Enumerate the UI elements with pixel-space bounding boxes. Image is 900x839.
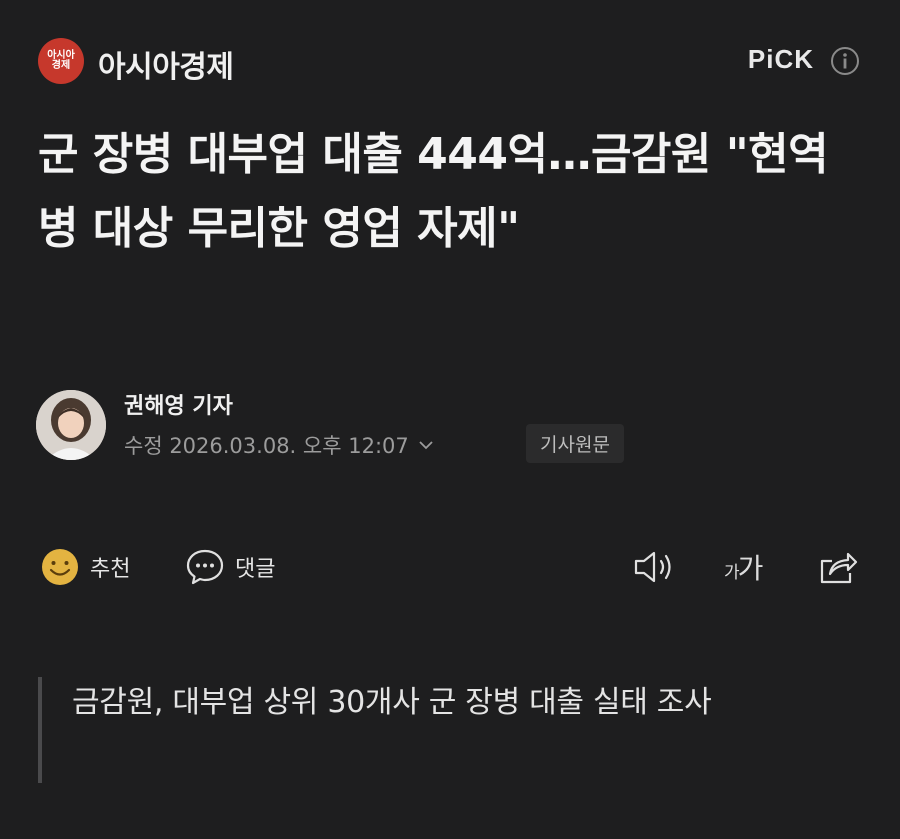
byline: 권해영 기자 수정 2026.03.08. 오후 12:07 기사원문 xyxy=(36,388,736,468)
comment-button[interactable]: 댓글 xyxy=(185,545,275,589)
pick-badge: PiCK xyxy=(747,44,814,74)
font-large-glyph: 가 xyxy=(737,552,764,585)
share-button[interactable] xyxy=(816,545,858,589)
article-summary: 금감원, 대부업 상위 30개사 군 장병 대출 실태 조사 xyxy=(38,677,842,783)
press-logo-line2: 경제 xyxy=(51,60,71,71)
like-button[interactable]: 추천 xyxy=(40,545,130,589)
smile-emoji-icon xyxy=(42,549,78,585)
info-icon[interactable] xyxy=(830,46,860,76)
font-size-button[interactable]: 가가 xyxy=(724,545,764,589)
font-size-icon: 가가 xyxy=(724,547,764,587)
text-to-speech-button[interactable] xyxy=(632,545,678,589)
reporter-name[interactable]: 권해영 기자 xyxy=(124,388,233,420)
article-headline: 군 장병 대부업 대출 444억…금감원 "현역병 대상 무리한 영업 자제" xyxy=(38,129,829,254)
press-header: 아시아 경제 아시아경제 PiCK xyxy=(38,38,860,86)
datetime-text: 수정 2026.03.08. 오후 12:07 xyxy=(124,434,409,458)
chevron-down-icon xyxy=(419,441,433,450)
comment-label: 댓글 xyxy=(235,557,276,582)
press-logo[interactable]: 아시아 경제 xyxy=(38,38,84,84)
action-bar: 추천 댓글 가가 xyxy=(40,545,860,589)
press-name[interactable]: 아시아경제 xyxy=(98,42,234,86)
speech-bubble-icon xyxy=(186,549,224,585)
modified-datetime[interactable]: 수정 2026.03.08. 오후 12:07 xyxy=(124,430,435,460)
original-article-button[interactable]: 기사원문 xyxy=(526,424,624,463)
reporter-avatar[interactable] xyxy=(36,390,106,460)
share-icon xyxy=(820,552,858,584)
avatar-portrait-icon xyxy=(36,390,106,460)
speaker-icon xyxy=(634,551,671,583)
font-small-glyph: 가 xyxy=(724,563,740,583)
summary-text: 금감원, 대부업 상위 30개사 군 장병 대출 실태 조사 xyxy=(72,685,712,720)
like-label: 추천 xyxy=(90,557,131,582)
